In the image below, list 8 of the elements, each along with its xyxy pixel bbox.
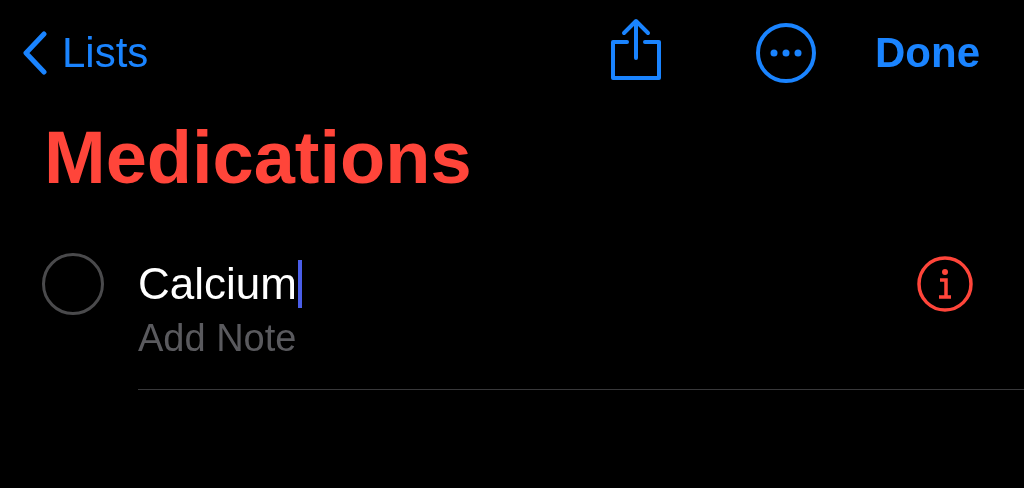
note-field[interactable]: Add Note bbox=[138, 315, 438, 361]
done-button[interactable]: Done bbox=[875, 32, 980, 74]
back-button[interactable]: Lists bbox=[22, 31, 149, 75]
list-title: Medications bbox=[44, 121, 473, 195]
reminder-title-field[interactable]: Calcium bbox=[138, 253, 302, 315]
more-icon[interactable] bbox=[755, 22, 817, 84]
info-icon[interactable] bbox=[916, 255, 974, 313]
chevron-left-icon bbox=[22, 31, 48, 75]
